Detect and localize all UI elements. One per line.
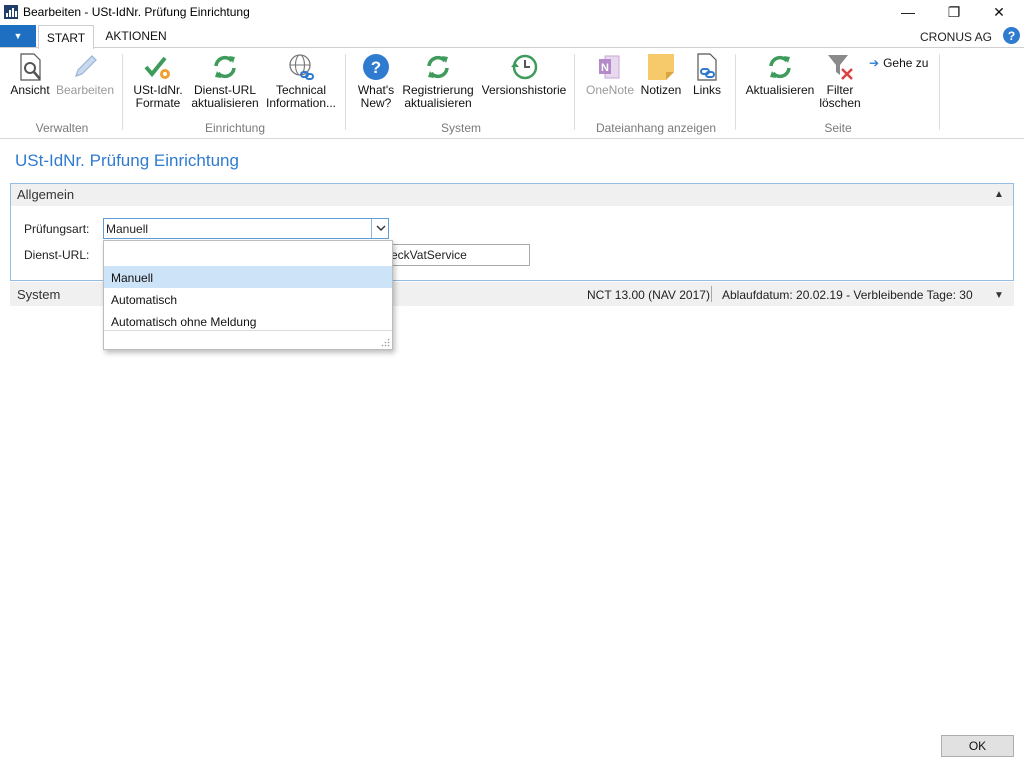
group-label-einrichtung: Einrichtung — [204, 121, 266, 135]
aktualisieren-button[interactable]: Aktualisieren — [744, 52, 816, 97]
group-label-dateianhang: Dateianhang anzeigen — [595, 121, 717, 135]
svg-text:N: N — [601, 62, 609, 74]
filter-loeschen-button[interactable]: Filter löschen — [818, 52, 862, 110]
chevron-down-icon — [376, 225, 385, 231]
link-icon — [697, 53, 717, 81]
maximize-button[interactable]: ❐ — [931, 0, 977, 24]
edit-pencil-icon — [75, 55, 97, 77]
notizen-button[interactable]: Notizen — [638, 52, 684, 97]
dropdown-option-automatisch[interactable]: Automatisch — [104, 288, 392, 310]
fasttab-header[interactable] — [11, 184, 1013, 206]
tab-aktionen[interactable]: AKTIONEN — [98, 25, 174, 47]
whats-new-button[interactable]: ? What's New? — [354, 52, 398, 110]
view-icon — [20, 53, 41, 81]
refresh-icon — [427, 55, 449, 79]
pruefungsart-dropdown-list: Manuell Automatisch Automatisch ohne Mel… — [103, 240, 393, 350]
dropdown-footer-divider — [104, 330, 392, 331]
technical-information-button[interactable]: Technical Information... — [263, 52, 339, 110]
chevron-down-icon[interactable]: ▼ — [994, 290, 1004, 301]
pruefungsart-value: Manuell — [106, 222, 149, 236]
dienst-url-aktualisieren-button[interactable]: Dienst-URL aktualisieren — [189, 52, 261, 110]
versionshistorie-button[interactable]: Versionshistorie — [480, 52, 568, 97]
clear-filter-icon — [828, 55, 853, 80]
registrierung-aktualisieren-button[interactable]: Registrierung aktualisieren — [400, 52, 476, 110]
dienst-url-value: eckVatService — [391, 248, 467, 262]
tab-start[interactable]: START — [38, 25, 94, 49]
pruefungsart-label: Prüfungsart: — [24, 222, 90, 236]
note-icon — [648, 54, 674, 80]
help-icon[interactable]: ? — [1003, 27, 1020, 44]
system-expiry: Ablaufdatum: 20.02.19 - Verbleibende Tag… — [722, 288, 973, 302]
dropdown-button[interactable] — [371, 219, 389, 238]
close-button[interactable]: ✕ — [976, 0, 1022, 24]
bearbeiten-button[interactable]: Bearbeiten — [55, 52, 115, 97]
arrow-right-icon: ➔ — [869, 56, 880, 70]
app-icon — [4, 5, 18, 19]
window-title: Bearbeiten - USt-IdNr. Prüfung Einrichtu… — [23, 5, 250, 19]
dropdown-option-automatisch-ohne-meldung[interactable]: Automatisch ohne Meldung — [104, 310, 392, 332]
links-button[interactable]: Links — [688, 52, 726, 97]
minimize-button[interactable]: — — [885, 0, 931, 24]
ok-button[interactable]: OK — [941, 735, 1014, 757]
refresh-icon — [214, 55, 236, 79]
group-label-seite: Seite — [824, 121, 852, 135]
group-label-system: System — [440, 121, 481, 135]
page-title: USt-IdNr. Prüfung Einrichtung — [15, 151, 239, 170]
system-version: NCT 13.00 (NAV 2017) — [587, 288, 710, 302]
globe-link-icon — [289, 54, 314, 80]
system-divider — [711, 286, 712, 302]
group-separator — [122, 54, 123, 130]
svg-text:?: ? — [371, 58, 381, 77]
check-gear-icon — [144, 56, 170, 79]
chevron-up-icon[interactable]: ▲ — [994, 189, 1004, 200]
group-separator — [939, 54, 940, 130]
ansicht-button[interactable]: Ansicht — [8, 52, 52, 97]
group-separator — [345, 54, 346, 130]
company-name[interactable]: CRONUS AG — [920, 30, 992, 44]
group-separator — [735, 54, 736, 130]
system-label: System — [17, 287, 61, 302]
refresh-icon — [769, 55, 791, 79]
resize-grip-icon[interactable] — [381, 338, 390, 347]
application-menu-button[interactable]: ▼ — [0, 25, 36, 47]
ribbon: Ansicht Bearbeiten Verwalten USt-IdNr. F… — [0, 47, 1024, 139]
dropdown-option-manuell[interactable]: Manuell — [104, 266, 392, 288]
fasttab-title: Allgemein — [17, 187, 75, 202]
question-icon: ? — [363, 54, 389, 80]
group-separator — [574, 54, 575, 130]
onenote-icon: N — [599, 55, 620, 79]
group-label-verwalten: Verwalten — [35, 121, 89, 135]
gehe-zu-button[interactable]: ➔ Gehe zu — [869, 56, 928, 70]
onenote-button[interactable]: N OneNote — [583, 52, 637, 97]
history-clock-icon — [511, 54, 538, 80]
dienst-url-label: Dienst-URL: — [24, 248, 90, 262]
ust-idnr-formate-button[interactable]: USt-IdNr. Formate — [129, 52, 187, 110]
